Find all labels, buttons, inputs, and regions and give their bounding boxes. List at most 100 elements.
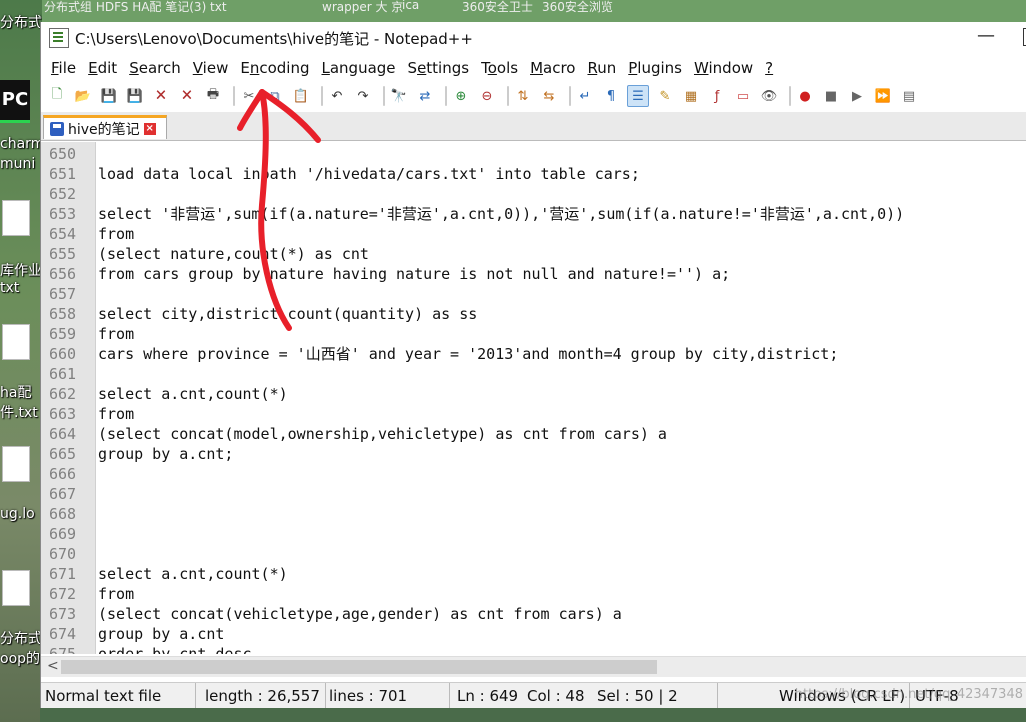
code-line[interactable]: 670 bbox=[41, 544, 95, 564]
code-line[interactable]: 654 from bbox=[41, 224, 134, 244]
menu-file[interactable]: File bbox=[45, 56, 82, 80]
folder-workspace-icon[interactable]: ▭ bbox=[733, 86, 753, 106]
line-text[interactable]: select a.cnt,count(*) bbox=[98, 384, 288, 404]
code-line[interactable]: 663 from bbox=[41, 404, 134, 424]
open-file-icon[interactable]: 📂 bbox=[73, 86, 93, 106]
code-line[interactable]: 660 cars where province = '山西省' and year … bbox=[41, 344, 838, 364]
menu-language[interactable]: Language bbox=[316, 56, 402, 80]
code-line[interactable]: 659 from bbox=[41, 324, 134, 344]
udl-icon[interactable]: ✎ bbox=[655, 86, 675, 106]
code-line[interactable]: 673 (select concat(vehicletype,age,gender… bbox=[41, 604, 622, 624]
line-text[interactable]: from cars group by nature having nature … bbox=[98, 264, 730, 284]
redo-icon[interactable]: ↷ bbox=[353, 86, 373, 106]
line-text[interactable]: (select nature,count(*) as cnt bbox=[98, 244, 369, 264]
zoom-out-icon[interactable]: ⊖ bbox=[477, 86, 497, 106]
line-text[interactable]: group by a.cnt; bbox=[98, 444, 233, 464]
minimize-button[interactable]: — bbox=[977, 25, 995, 46]
desktop-icon-label[interactable]: ha配 bbox=[0, 382, 31, 402]
code-line[interactable]: 657 bbox=[41, 284, 95, 304]
menu-view[interactable]: View bbox=[187, 56, 235, 80]
title-bar[interactable]: C:\Users\Lenovo\Documents\hive的笔记 - Note… bbox=[41, 22, 1026, 54]
close-all-icon[interactable]: 🗙 bbox=[177, 86, 197, 106]
code-line[interactable]: 662 select a.cnt,count(*) bbox=[41, 384, 288, 404]
line-text[interactable]: (select concat(model,ownership,vehiclety… bbox=[98, 424, 667, 444]
line-text[interactable]: from bbox=[98, 224, 134, 244]
code-line[interactable]: 674 group by a.cnt bbox=[41, 624, 224, 644]
code-line[interactable]: 668 bbox=[41, 504, 95, 524]
doc-map-icon[interactable]: ▦ bbox=[681, 86, 701, 106]
menu-run[interactable]: Run bbox=[581, 56, 622, 80]
line-text[interactable]: (select concat(vehicletype,age,gender) a… bbox=[98, 604, 622, 624]
indent-guide-icon[interactable]: ☰ bbox=[627, 85, 649, 107]
code-line[interactable]: 665 group by a.cnt; bbox=[41, 444, 233, 464]
code-line[interactable]: 675 order by cnt desc bbox=[41, 644, 252, 654]
code-line[interactable]: 671 select a.cnt,count(*) bbox=[41, 564, 288, 584]
text-file-icon[interactable] bbox=[2, 324, 30, 360]
code-line[interactable]: 655 (select nature,count(*) as cnt bbox=[41, 244, 369, 264]
menu-plugins[interactable]: Plugins bbox=[622, 56, 688, 80]
save-macro-icon[interactable]: ▤ bbox=[899, 86, 919, 106]
desktop-icon-label[interactable]: muni bbox=[0, 156, 35, 172]
desktop-icon-label[interactable]: ug.lo bbox=[0, 506, 35, 522]
copy-icon[interactable]: ⧉ bbox=[265, 86, 285, 106]
monitor-icon[interactable]: 👁 bbox=[759, 86, 779, 106]
sync-horizontal-icon[interactable]: ⇆ bbox=[539, 86, 559, 106]
menu-settings[interactable]: Settings bbox=[402, 56, 476, 80]
text-file-icon[interactable] bbox=[2, 570, 30, 606]
menu-window[interactable]: Window bbox=[688, 56, 759, 80]
code-line[interactable]: 652 bbox=[41, 184, 95, 204]
notepadpp-app-icon[interactable] bbox=[49, 28, 69, 48]
text-file-icon[interactable] bbox=[2, 446, 30, 482]
find-icon[interactable]: 🔭 bbox=[389, 86, 409, 106]
line-text[interactable]: select city,district,count(quantity) as … bbox=[98, 304, 477, 324]
line-text[interactable]: group by a.cnt bbox=[98, 624, 224, 644]
menu-edit[interactable]: Edit bbox=[82, 56, 123, 80]
replace-icon[interactable]: ⇄ bbox=[415, 86, 435, 106]
sync-vertical-icon[interactable]: ⇅ bbox=[513, 86, 533, 106]
cut-icon[interactable]: ✂ bbox=[239, 86, 259, 106]
editor-area[interactable]: 650 651 load data local inpath '/hivedata/… bbox=[41, 142, 1026, 654]
menu-help[interactable]: ? bbox=[759, 56, 779, 80]
tab-hive-notes[interactable]: hive的笔记 × bbox=[43, 115, 167, 139]
desktop-icon-label[interactable]: txt bbox=[0, 280, 19, 296]
code-line[interactable]: 650 bbox=[41, 144, 95, 164]
line-text[interactable]: from bbox=[98, 404, 134, 424]
save-icon[interactable]: 💾 bbox=[99, 86, 119, 106]
code-line[interactable]: 669 bbox=[41, 524, 95, 544]
desktop-icon-label[interactable]: charm bbox=[0, 136, 42, 152]
record-macro-icon[interactable]: ● bbox=[795, 86, 815, 106]
code-line[interactable]: 667 bbox=[41, 484, 95, 504]
menu-macro[interactable]: Macro bbox=[524, 56, 581, 80]
line-text[interactable]: select a.cnt,count(*) bbox=[98, 564, 288, 584]
undo-icon[interactable]: ↶ bbox=[327, 86, 347, 106]
text-file-icon[interactable] bbox=[2, 200, 30, 236]
scrollbar-thumb[interactable] bbox=[61, 660, 657, 674]
code-line[interactable]: 666 bbox=[41, 464, 95, 484]
menu-tools[interactable]: Tools bbox=[475, 56, 524, 80]
function-list-icon[interactable]: ƒ bbox=[707, 86, 727, 106]
code-line[interactable]: 656 from cars group by nature having natu… bbox=[41, 264, 730, 284]
line-text[interactable]: order by cnt desc bbox=[98, 644, 252, 654]
save-all-icon[interactable]: 💾 bbox=[125, 86, 145, 106]
desktop-icon-label[interactable]: 分布式 bbox=[0, 628, 42, 648]
paste-icon[interactable]: 📋 bbox=[291, 86, 311, 106]
tab-close-icon[interactable]: × bbox=[143, 122, 156, 135]
desktop-icon-label[interactable]: oop的 bbox=[0, 648, 40, 668]
code-line[interactable]: 672 from bbox=[41, 584, 134, 604]
line-text[interactable]: from bbox=[98, 324, 134, 344]
pycharm-icon[interactable]: PC bbox=[0, 80, 30, 123]
code-line[interactable]: 664 (select concat(model,ownership,vehicl… bbox=[41, 424, 667, 444]
code-line[interactable]: 661 bbox=[41, 364, 95, 384]
horizontal-scrollbar[interactable]: < bbox=[41, 656, 1026, 677]
word-wrap-icon[interactable]: ↵ bbox=[575, 86, 595, 106]
menu-encoding[interactable]: Encoding bbox=[234, 56, 315, 80]
stop-record-icon[interactable]: ■ bbox=[821, 86, 841, 106]
new-file-icon[interactable]: 🗋 bbox=[47, 86, 67, 106]
desktop-icon-label[interactable]: 库作业 bbox=[0, 260, 42, 280]
run-macro-multiple-icon[interactable]: ⏩ bbox=[873, 86, 893, 106]
print-icon[interactable]: 🖶 bbox=[203, 86, 223, 106]
show-all-chars-icon[interactable]: ¶ bbox=[601, 86, 621, 106]
menu-search[interactable]: Search bbox=[123, 56, 187, 80]
desktop-icon-label[interactable]: 件.txt bbox=[0, 402, 38, 422]
play-macro-icon[interactable]: ▶ bbox=[847, 86, 867, 106]
